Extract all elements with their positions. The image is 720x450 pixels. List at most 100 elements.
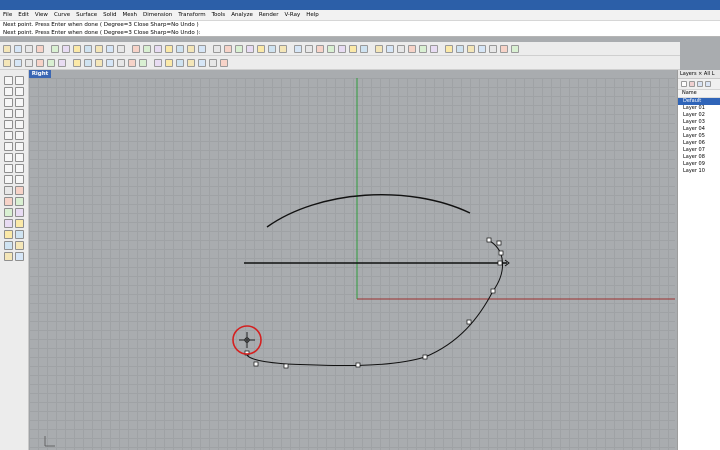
palette-tool-icon[interactable] — [15, 131, 24, 140]
toolbar-tool-icon[interactable] — [305, 44, 313, 53]
layer-item[interactable]: Layer 07 — [678, 147, 720, 154]
layer-item[interactable]: Default — [678, 98, 720, 105]
palette-tool-icon[interactable] — [15, 87, 24, 96]
control-points[interactable] — [244, 237, 504, 369]
toolbar-tool-icon[interactable] — [84, 44, 92, 53]
menu-tools[interactable]: Tools — [212, 12, 226, 18]
toolbar-tool-icon[interactable] — [165, 44, 173, 53]
palette-tool-icon[interactable] — [15, 153, 24, 162]
menu-dimension[interactable]: Dimension — [143, 12, 172, 18]
control-point[interactable] — [496, 240, 502, 246]
toolbar-tool-icon[interactable] — [316, 44, 324, 53]
toolbar-tool-icon[interactable] — [132, 44, 140, 53]
open-curve[interactable] — [246, 239, 504, 367]
toolbar-tool-icon[interactable] — [117, 58, 125, 67]
palette-tool-icon[interactable] — [4, 153, 13, 162]
palette-tool-icon[interactable] — [4, 208, 13, 217]
palette-tool-icon[interactable] — [15, 241, 24, 250]
palette-tool-icon[interactable] — [15, 98, 24, 107]
toolbar-tool-icon[interactable] — [117, 44, 125, 53]
move-layer-down-icon[interactable] — [705, 81, 711, 87]
toolbar-tool-icon[interactable] — [511, 44, 519, 53]
upper-arc-curve[interactable] — [266, 194, 471, 228]
toolbar-tool-icon[interactable] — [14, 44, 22, 53]
toolbar-tool-icon[interactable] — [279, 44, 287, 53]
toolbar-tool-icon[interactable] — [198, 44, 206, 53]
palette-tool-icon[interactable] — [15, 109, 24, 118]
control-point[interactable] — [490, 288, 496, 294]
toolbar-tool-icon[interactable] — [95, 44, 103, 53]
toolbar-tool-icon[interactable] — [3, 58, 11, 67]
layer-item[interactable]: Layer 06 — [678, 140, 720, 147]
toolbar-tool-icon[interactable] — [408, 44, 416, 53]
menu-mesh[interactable]: Mesh — [123, 12, 137, 18]
delete-layer-icon[interactable] — [689, 81, 695, 87]
palette-tool-icon[interactable] — [4, 230, 13, 239]
layer-item[interactable]: Layer 03 — [678, 119, 720, 126]
toolbar-tool-icon[interactable] — [213, 44, 221, 53]
viewport-tab-right[interactable]: Right — [29, 70, 51, 78]
toolbar-tool-icon[interactable] — [224, 44, 232, 53]
toolbar-tool-icon[interactable] — [143, 44, 151, 53]
layer-item[interactable]: Layer 01 — [678, 105, 720, 112]
toolbar-tool-icon[interactable] — [445, 44, 453, 53]
command-line[interactable]: Next point. Press Enter when done ( Degr… — [0, 29, 720, 37]
toolbar-tool-icon[interactable] — [489, 44, 497, 53]
layer-item[interactable]: Layer 04 — [678, 126, 720, 133]
viewport-canvas[interactable] — [29, 78, 675, 450]
toolbar-tool-icon[interactable] — [154, 58, 162, 67]
palette-tool-icon[interactable] — [15, 164, 24, 173]
toolbar-tool-icon[interactable] — [95, 58, 103, 67]
toolbar-tool-icon[interactable] — [327, 44, 335, 53]
toolbar-tool-icon[interactable] — [187, 58, 195, 67]
palette-tool-icon[interactable] — [4, 197, 13, 206]
layer-item[interactable]: Layer 09 — [678, 161, 720, 168]
menu-help[interactable]: Help — [306, 12, 319, 18]
layer-item[interactable]: Layer 05 — [678, 133, 720, 140]
layer-item[interactable]: Layer 02 — [678, 112, 720, 119]
toolbar-tool-icon[interactable] — [176, 44, 184, 53]
toolbar-tool-icon[interactable] — [467, 44, 475, 53]
toolbar-tool-icon[interactable] — [36, 58, 44, 67]
palette-tool-icon[interactable] — [4, 186, 13, 195]
toolbar-tool-icon[interactable] — [106, 58, 114, 67]
toolbar-tool-icon[interactable] — [478, 44, 486, 53]
palette-tool-icon[interactable] — [15, 230, 24, 239]
menu-vray[interactable]: V-Ray — [284, 12, 300, 18]
layer-item[interactable]: Layer 10 — [678, 168, 720, 175]
palette-tool-icon[interactable] — [4, 219, 13, 228]
toolbar-tool-icon[interactable] — [375, 44, 383, 53]
toolbar-tool-icon[interactable] — [106, 44, 114, 53]
toolbar-tool-icon[interactable] — [338, 44, 346, 53]
toolbar-tool-icon[interactable] — [430, 44, 438, 53]
toolbar-tool-icon[interactable] — [73, 58, 81, 67]
control-point[interactable] — [355, 362, 361, 368]
toolbar-tool-icon[interactable] — [257, 44, 265, 53]
layer-item[interactable]: Layer 08 — [678, 154, 720, 161]
control-point[interactable] — [283, 363, 289, 369]
toolbar-tool-icon[interactable] — [58, 58, 66, 67]
toolbar-tool-icon[interactable] — [419, 44, 427, 53]
toolbar-tool-icon[interactable] — [235, 44, 243, 53]
toolbar-tool-icon[interactable] — [47, 58, 55, 67]
palette-tool-icon[interactable] — [15, 219, 24, 228]
palette-tool-icon[interactable] — [4, 98, 13, 107]
toolbar-tool-icon[interactable] — [386, 44, 394, 53]
toolbar-tool-icon[interactable] — [268, 44, 276, 53]
palette-tool-icon[interactable] — [4, 252, 13, 261]
move-layer-up-icon[interactable] — [697, 81, 703, 87]
palette-tool-icon[interactable] — [4, 120, 13, 129]
toolbar-tool-icon[interactable] — [51, 44, 59, 53]
palette-tool-icon[interactable] — [4, 87, 13, 96]
right-viewport[interactable] — [29, 78, 675, 450]
control-point[interactable] — [486, 237, 492, 243]
control-point[interactable] — [498, 250, 504, 256]
palette-tool-icon[interactable] — [15, 252, 24, 261]
palette-tool-icon[interactable] — [15, 120, 24, 129]
control-point[interactable] — [422, 354, 428, 360]
control-point[interactable] — [253, 361, 259, 367]
toolbar-tool-icon[interactable] — [36, 44, 44, 53]
menu-surface[interactable]: Surface — [76, 12, 97, 18]
palette-tool-icon[interactable] — [4, 109, 13, 118]
new-layer-icon[interactable] — [681, 81, 687, 87]
